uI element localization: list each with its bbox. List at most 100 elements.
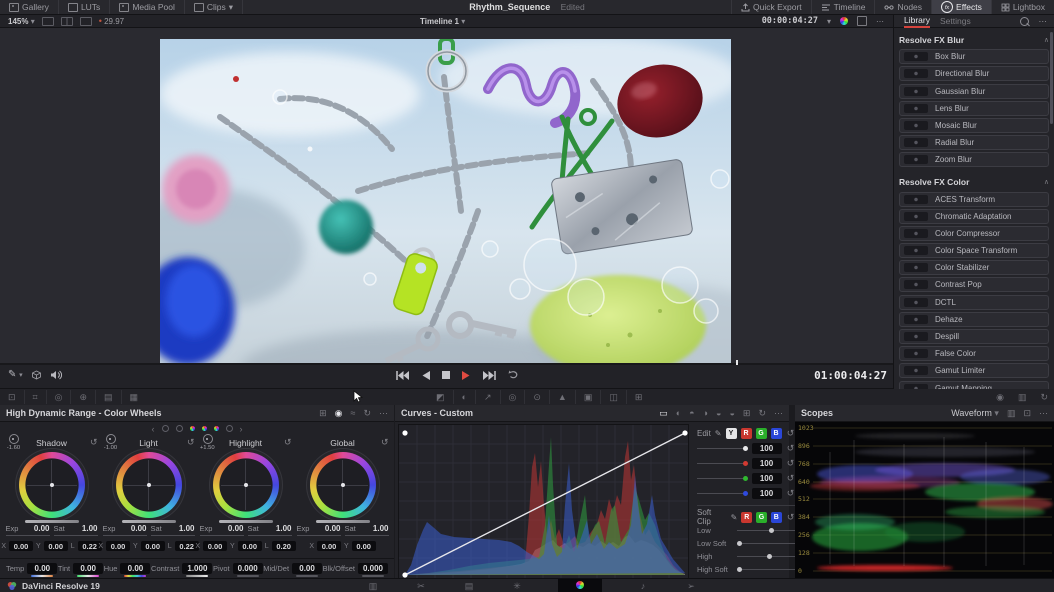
fx-item-lens-blur[interactable]: Lens Blur	[899, 101, 1049, 116]
scope-expand-icon[interactable]: ⊡	[1023, 408, 1031, 419]
g-gain-value[interactable]: 100	[752, 473, 782, 484]
tab-library[interactable]: Library	[904, 15, 930, 28]
key-palette-icon[interactable]: ◫	[601, 390, 627, 404]
reset-icon[interactable]: ↺	[786, 488, 796, 499]
soft-clip-r-button[interactable]: R	[741, 512, 752, 523]
expand-viewer-icon[interactable]	[857, 16, 867, 26]
add-wheel-icon[interactable]: ⊞	[319, 408, 327, 419]
audio-mute-icon[interactable]	[50, 370, 62, 380]
fx-item-gamut-limiter[interactable]: Gamut Limiter	[899, 363, 1049, 378]
fx-item-radial-blur[interactable]: Radial Blur	[899, 135, 1049, 150]
x-value[interactable]: 0.00	[9, 541, 33, 551]
y-value[interactable]: 0.00	[352, 541, 376, 551]
x-value[interactable]: 0.00	[106, 541, 130, 551]
library-scrollbar[interactable]	[1050, 32, 1053, 124]
fx-item-color-compressor[interactable]: Color Compressor	[899, 226, 1049, 241]
color-match-icon[interactable]: ⌗	[25, 390, 47, 404]
y-value[interactable]: 0.00	[238, 541, 262, 551]
reset-icon[interactable]: ↺	[381, 437, 389, 448]
y-gain-slider[interactable]	[697, 448, 748, 449]
r-gain-value[interactable]: 100	[752, 458, 782, 469]
contrast-value[interactable]: 1.000	[182, 563, 212, 574]
soft-clip-g-button[interactable]: G	[756, 512, 767, 523]
g-gain-slider[interactable]	[697, 478, 748, 479]
mid-det-value[interactable]: 0.00	[292, 563, 322, 574]
play-button[interactable]	[462, 371, 471, 380]
fx-item-directional-blur[interactable]: Directional Blur	[899, 66, 1049, 81]
scope-settings-icon[interactable]: ▥	[1007, 408, 1016, 419]
r-gain-slider[interactable]	[697, 463, 748, 464]
sat-value[interactable]: 1.00	[82, 524, 98, 533]
high-slider[interactable]	[737, 556, 796, 557]
zoom-level-select[interactable]: 145% ▾	[8, 17, 35, 26]
expand-panel-icon[interactable]: ⊞	[743, 408, 751, 419]
highlight-color-wheel[interactable]	[213, 452, 279, 518]
shadow-color-wheel[interactable]	[19, 452, 85, 518]
soft-clip-b-button[interactable]: B	[771, 512, 782, 523]
fx-item-chromatic-adaptation[interactable]: Chromatic Adaptation	[899, 209, 1049, 224]
color-wheels-icon[interactable]: ◎	[47, 390, 72, 404]
waveform-scope[interactable]: 1023 896 768 640 512 384 256 128 0	[795, 422, 1054, 579]
fx-item-contrast-pop[interactable]: Contrast Pop	[899, 277, 1049, 292]
fx-item-zoom-blur[interactable]: Zoom Blur	[899, 152, 1049, 167]
channel-y-button[interactable]: Y	[726, 428, 737, 439]
lightbox-button[interactable]: Lightbox	[991, 0, 1054, 14]
page-prev-icon[interactable]: ‹	[152, 424, 155, 434]
bypass-eye-icon[interactable]: ◉	[996, 392, 1004, 403]
hue-value[interactable]: 0.00	[120, 563, 150, 574]
wheels-mode-icon[interactable]: ◉	[335, 408, 343, 419]
timeline-selector[interactable]: Timeline 1 ▾	[420, 17, 465, 26]
channel-g-button[interactable]: G	[756, 428, 767, 439]
hue-vs-sat-icon[interactable]: ◓	[689, 408, 694, 419]
fx-item-gaussian-blur[interactable]: Gaussian Blur	[899, 84, 1049, 99]
scope-options-icon[interactable]: ⋯	[1039, 408, 1048, 419]
effects-button[interactable]: fx Effects	[931, 0, 991, 14]
b-gain-slider[interactable]	[697, 493, 748, 494]
page-dot[interactable]	[162, 425, 169, 432]
single-viewer-icon[interactable]	[42, 17, 54, 26]
hdr-options-icon[interactable]: ⋯	[379, 408, 388, 419]
fx-item-color-space-transform[interactable]: Color Space Transform	[899, 243, 1049, 258]
page-next-icon[interactable]: ›	[240, 424, 243, 434]
hue-vs-hue-icon[interactable]: ◐	[676, 408, 681, 419]
annotate-tool[interactable]: ✎ ▾	[8, 369, 23, 380]
x-value[interactable]: 0.00	[203, 541, 227, 551]
low-slider[interactable]	[737, 530, 796, 531]
custom-curves-icon[interactable]: ▭	[659, 408, 668, 419]
fairlight-page-button[interactable]: ♪	[636, 580, 650, 592]
color-page-button[interactable]	[558, 579, 602, 592]
skip-end-button[interactable]	[483, 371, 496, 380]
light-color-wheel[interactable]	[116, 452, 182, 518]
channel-b-button[interactable]: B	[771, 428, 782, 439]
window-icon[interactable]: ◎	[501, 390, 526, 404]
page-dot-active[interactable]	[202, 426, 207, 431]
curves-graph[interactable]	[398, 424, 689, 579]
lum-vs-sat-icon[interactable]: ◒	[716, 408, 721, 419]
y-value[interactable]: 0.00	[44, 541, 68, 551]
graph-mode-icon[interactable]: ≈	[351, 408, 356, 419]
deliver-page-button[interactable]: ➢	[684, 580, 698, 592]
fx-item-false-color[interactable]: False Color	[899, 346, 1049, 361]
hdr-settings-icon[interactable]: ↻	[363, 408, 371, 419]
tracker-icon[interactable]: ⊙	[525, 390, 550, 404]
curves-settings-icon[interactable]: ↻	[758, 408, 766, 419]
link-channels-icon[interactable]: ✎	[731, 513, 738, 522]
color-warper-icon[interactable]: ◐	[454, 390, 476, 404]
reset-icon[interactable]: ↺	[786, 443, 796, 454]
reset-icon[interactable]: ↺	[786, 458, 796, 469]
camera-raw-icon[interactable]: ⊡	[0, 390, 25, 404]
reset-icon[interactable]: ↺	[786, 473, 796, 484]
fx-item-dctl[interactable]: DCTL	[899, 295, 1049, 310]
sat-vs-sat-icon[interactable]: ◒	[729, 408, 734, 419]
global-color-wheel[interactable]	[310, 452, 376, 518]
fx-item-color-stabilizer[interactable]: Color Stabilizer	[899, 260, 1049, 275]
reset-icon[interactable]: ↺	[284, 437, 292, 448]
3d-viewer-icon[interactable]	[31, 370, 42, 380]
tab-settings[interactable]: Settings	[940, 16, 971, 27]
exp-value[interactable]: 0.00	[131, 524, 147, 533]
curves-palette-icon[interactable]: ◩	[428, 390, 454, 404]
sizing-icon[interactable]: ⊞	[627, 390, 651, 404]
timecode-dropdown-icon[interactable]: ▾	[827, 17, 831, 26]
stop-button[interactable]	[442, 371, 450, 379]
fx-item-mosaic-blur[interactable]: Mosaic Blur	[899, 118, 1049, 133]
